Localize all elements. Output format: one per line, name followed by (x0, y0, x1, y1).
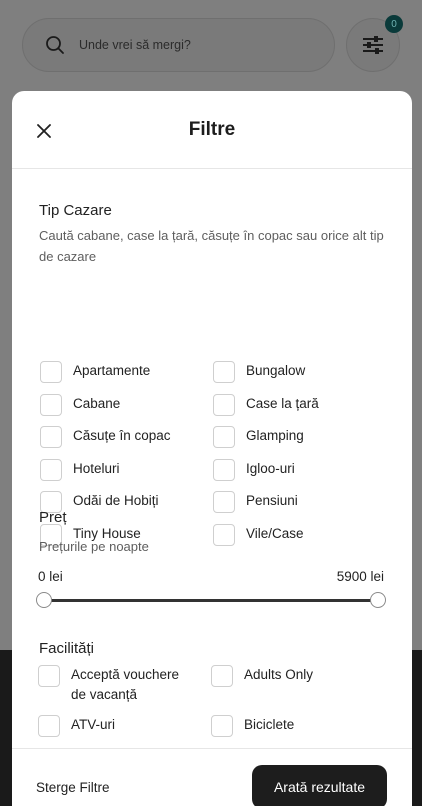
checkbox-label: Hoteluri (73, 461, 120, 476)
price-min-label: 0 lei (38, 569, 63, 584)
checkbox-box[interactable] (40, 394, 62, 416)
facilities-title: Facilități (39, 640, 95, 657)
price-subtitle: Prețurile pe noapte (39, 539, 149, 554)
filter-count-badge: 0 (385, 15, 403, 33)
price-max-thumb[interactable] (370, 592, 386, 608)
checkbox-label: Igloo-uri (246, 461, 295, 476)
sliders-icon (363, 36, 383, 54)
search-placeholder: Unde vrei să mergi? (79, 38, 191, 52)
checkbox-box[interactable] (213, 426, 235, 448)
checkbox-label: Adults Only (244, 667, 314, 682)
checkbox-box[interactable] (40, 361, 62, 383)
facilities-section: Facilități (12, 640, 412, 657)
checkbox-box[interactable] (213, 361, 235, 383)
price-min-thumb[interactable] (36, 592, 52, 608)
checkbox-label: Pensiuni (246, 493, 298, 508)
sheet-title: Filtre (188, 119, 236, 140)
checkbox-case-la-tara[interactable]: Case la țară (213, 394, 319, 416)
checkbox-box[interactable] (38, 715, 60, 737)
checkbox-label: Căsuțe în copac (73, 428, 171, 443)
accommodation-title: Tip Cazare (39, 202, 112, 219)
search-icon (46, 36, 64, 54)
checkbox-label: Acceptă vouchere de vacanță (71, 667, 180, 702)
accommodation-subtitle: Caută cabane, case la țară, căsuțe în co… (39, 228, 384, 264)
checkbox-box[interactable] (213, 394, 235, 416)
checkbox-label: Case la țară (246, 396, 319, 411)
checkbox-bungalow[interactable]: Bungalow (213, 361, 305, 383)
checkbox-apartamente[interactable]: Apartamente (40, 361, 150, 383)
sheet-footer: Sterge Filtre Arată rezultate (12, 748, 412, 806)
checkbox-label: Glamping (246, 428, 304, 443)
checkbox-vouchere[interactable]: Acceptă vouchere de vacanță (38, 665, 198, 705)
checkbox-label: ATV-uri (71, 717, 116, 732)
checkbox-casute-in-copac[interactable]: Căsuțe în copac (40, 426, 171, 448)
accommodation-section: Tip Cazare Caută cabane, case la țară, c… (12, 202, 412, 267)
price-slider-track[interactable] (44, 599, 378, 602)
price-max-label: 5900 lei (336, 569, 384, 584)
checkbox-box[interactable] (213, 459, 235, 481)
checkbox-box[interactable] (38, 665, 60, 687)
checkbox-label: Bungalow (246, 363, 306, 378)
checkbox-igloo-uri[interactable]: Igloo-uri (213, 459, 295, 481)
checkbox-box[interactable] (40, 459, 62, 481)
clear-filters-link[interactable]: Sterge Filtre (36, 780, 110, 795)
checkbox-atv-uri[interactable]: ATV-uri (38, 715, 115, 737)
checkbox-glamping[interactable]: Glamping (213, 426, 304, 448)
checkbox-box[interactable] (211, 665, 233, 687)
filter-sheet: Filtre Tip Cazare Caută cabane, case la … (12, 91, 412, 806)
price-section: Preț Prețurile pe noapte (12, 509, 412, 557)
checkbox-label: Cabane (73, 396, 121, 411)
checkbox-cabane[interactable]: Cabane (40, 394, 120, 416)
show-results-button[interactable]: Arată rezultate (252, 765, 387, 806)
checkbox-biciclete[interactable]: Biciclete (211, 715, 294, 737)
checkbox-label: Biciclete (244, 717, 295, 732)
checkbox-box[interactable] (211, 715, 233, 737)
checkbox-label: Odăi de Hobiți (73, 493, 159, 508)
price-title: Preț (39, 509, 67, 526)
checkbox-label: Apartamente (73, 363, 151, 378)
checkbox-box[interactable] (40, 426, 62, 448)
checkbox-adults-only[interactable]: Adults Only (211, 665, 313, 687)
sheet-header: Filtre (12, 91, 412, 169)
search-bar[interactable]: Unde vrei să mergi? (22, 18, 335, 72)
checkbox-hoteluri[interactable]: Hoteluri (40, 459, 120, 481)
